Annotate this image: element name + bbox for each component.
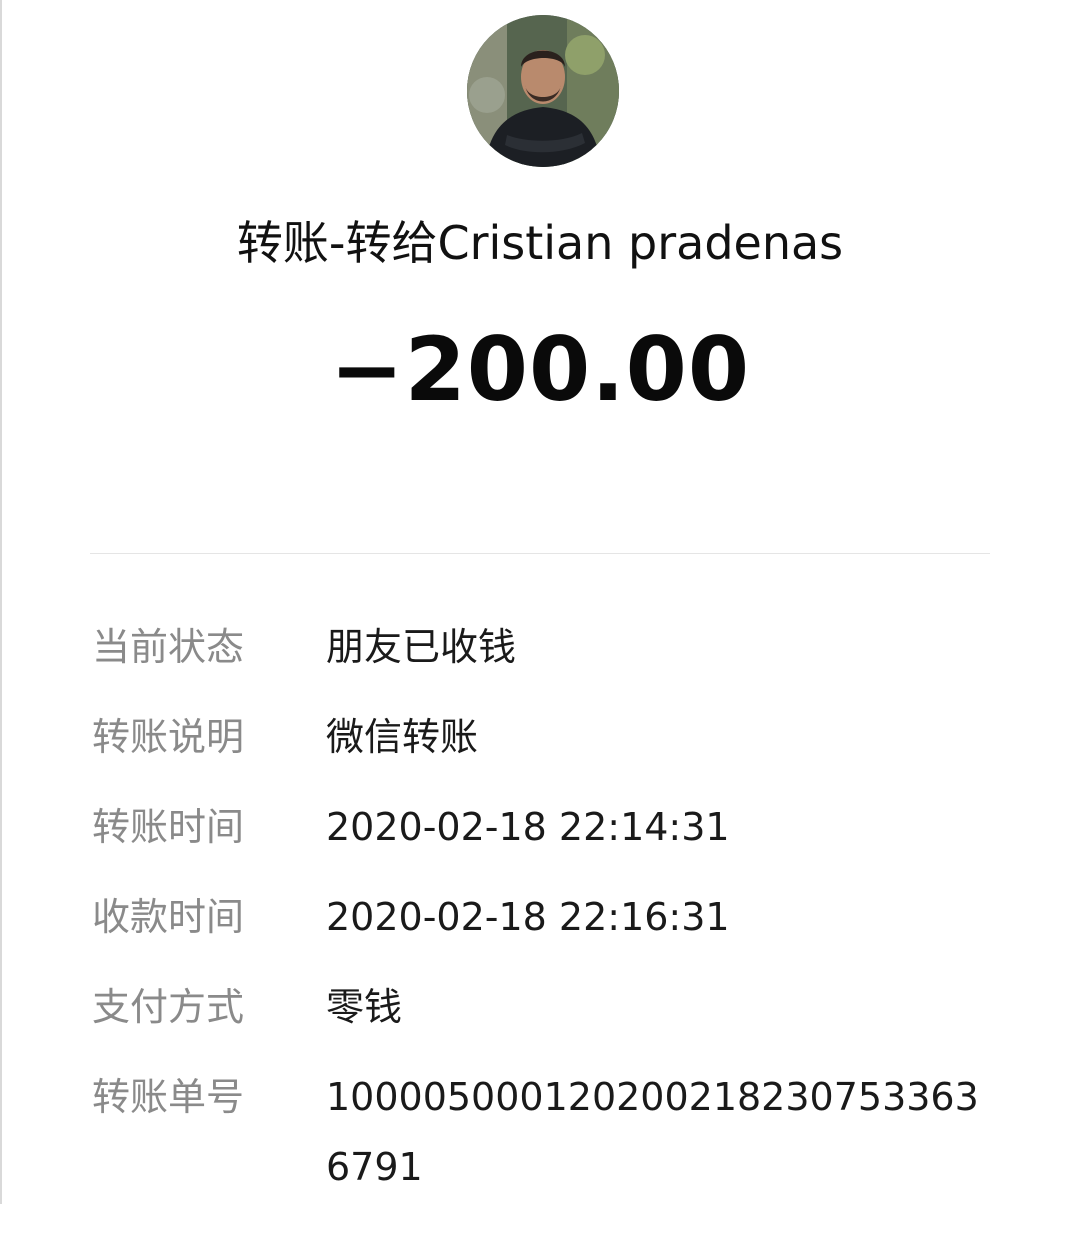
note-value: 微信转账	[326, 715, 479, 759]
receive-time-label: 收款时间	[92, 895, 245, 939]
receive-time-value: 2020-02-18 22:16:31	[326, 895, 730, 939]
transfer-amount: −200.00	[329, 318, 751, 421]
divider	[90, 553, 990, 554]
detail-row-note: 转账说明 微信转账	[92, 712, 992, 762]
detail-row-transfer-time: 转账时间 2020-02-18 22:14:31	[92, 802, 992, 852]
transfer-time-label: 转账时间	[92, 805, 245, 849]
status-label: 当前状态	[92, 625, 245, 669]
note-label: 转账说明	[92, 715, 245, 759]
transaction-id-label: 转账单号	[92, 1075, 245, 1119]
detail-row-receive-time: 收款时间 2020-02-18 22:16:31	[92, 892, 992, 942]
detail-row-status: 当前状态 朋友已收钱	[92, 622, 992, 672]
avatar-photo	[467, 15, 619, 167]
detail-row-payment-method: 支付方式 零钱	[92, 982, 992, 1032]
detail-row-transaction-id: 转账单号 1000050001202002182307533636791	[92, 1072, 992, 1202]
status-value: 朋友已收钱	[326, 625, 517, 669]
avatar[interactable]	[467, 15, 619, 167]
transfer-details: 当前状态 朋友已收钱 转账说明 微信转账 转账时间 2020-02-18 22:…	[92, 622, 992, 1242]
payment-method-label: 支付方式	[92, 985, 245, 1029]
frame-border	[0, 0, 2, 1204]
transaction-id-value[interactable]: 1000050001202002182307533636791	[326, 1062, 992, 1202]
transfer-time-value: 2020-02-18 22:14:31	[326, 805, 730, 849]
transfer-title: 转账-转给Cristian pradenas	[236, 216, 844, 270]
payment-method-value: 零钱	[326, 985, 403, 1029]
